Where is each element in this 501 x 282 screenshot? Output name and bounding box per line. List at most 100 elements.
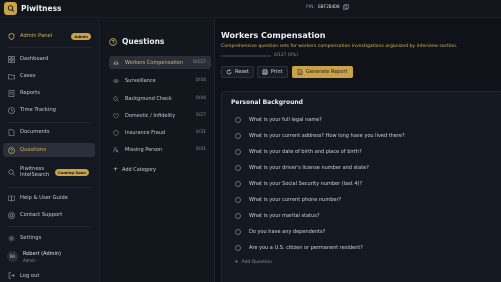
sidebar-item-contact-support[interactable]: Contact Support xyxy=(3,208,95,222)
question-section: Personal Background What is your full le… xyxy=(221,91,501,282)
category-label: Domestic / Infidelity xyxy=(125,112,176,119)
radio-button[interactable] xyxy=(235,213,241,219)
avatar: RA xyxy=(7,251,18,262)
question-text: What is your current phone number? xyxy=(249,197,342,203)
gear-icon xyxy=(8,235,15,241)
question-item[interactable]: What is your marital status? xyxy=(235,211,320,221)
category-missing-person[interactable]: Missing Person 0/41 xyxy=(109,143,211,156)
question-item[interactable]: What is your Social Security number (las… xyxy=(235,179,362,189)
coming-soon-badge: Coming Soon xyxy=(54,168,89,176)
question-item[interactable]: What is your date of birth and place of … xyxy=(235,147,362,157)
sidebar-item-cases[interactable]: Cases xyxy=(3,69,95,83)
sidebar-item-label: Cases xyxy=(20,73,36,79)
sidebar-item-settings[interactable]: Settings xyxy=(3,231,95,245)
heart-icon xyxy=(113,113,119,119)
sidebar-item-questions[interactable]: Questions xyxy=(3,143,95,157)
folder-icon xyxy=(8,73,15,79)
logout-button[interactable]: Log out xyxy=(3,270,95,281)
sidebar-item-label: Questions xyxy=(20,147,46,153)
question-item[interactable]: What is your current address? How long h… xyxy=(235,131,405,141)
sidebar-item-time-tracking[interactable]: Time Tracking xyxy=(3,103,95,117)
add-category-label: Add Category xyxy=(122,166,157,173)
question-item[interactable]: What is your full legal name? xyxy=(235,115,322,125)
category-label: Workers Compensation xyxy=(125,59,183,66)
category-background-check[interactable]: Background Check 0/44 xyxy=(109,92,211,105)
sidebar-item-label: Time Tracking xyxy=(20,107,56,113)
reset-button[interactable]: Reset xyxy=(221,66,254,78)
divider xyxy=(8,122,92,123)
radio-button[interactable] xyxy=(235,165,241,171)
help-circle-icon xyxy=(109,37,117,46)
clock-icon xyxy=(8,106,15,114)
progress-bar xyxy=(221,55,271,57)
category-count: 0/44 xyxy=(195,96,206,101)
category-count: 0/27 xyxy=(195,113,206,118)
grid-icon xyxy=(8,55,15,63)
printer-icon xyxy=(262,69,268,75)
questions-panel-title: Questions xyxy=(109,37,164,46)
plus-icon: + xyxy=(113,166,119,173)
user-role: Admin xyxy=(23,258,36,263)
category-workers-compensation[interactable]: Workers Compensation 0/127 xyxy=(109,56,211,69)
category-label: Surveillance xyxy=(125,77,156,84)
category-label: Background Check xyxy=(125,95,172,102)
copy-icon[interactable] xyxy=(342,4,349,10)
radio-button[interactable] xyxy=(235,117,241,123)
radio-button[interactable] xyxy=(235,197,241,203)
sidebar-item-documents[interactable]: Documents xyxy=(3,125,95,139)
user-search-icon xyxy=(113,146,119,153)
category-surveillance[interactable]: Surveillance 0/44 xyxy=(109,74,211,87)
reset-label: Reset xyxy=(235,69,249,75)
logo-icon xyxy=(4,2,17,15)
book-icon xyxy=(8,195,15,201)
sidebar-item-help[interactable]: Help & User Guide xyxy=(3,191,95,205)
sidebar-item-admin-panel[interactable]: Admin Panel Admin xyxy=(3,29,95,43)
questions-panel: Questions Workers Compensation 0/127 Sur… xyxy=(101,19,215,282)
help-circle-icon xyxy=(8,146,15,154)
logout-icon xyxy=(8,272,15,279)
life-ring-icon xyxy=(8,211,15,219)
document-icon xyxy=(297,69,303,75)
app-name: Piwitness xyxy=(21,4,62,13)
question-item[interactable]: Are you a U.S. citizen or permanent resi… xyxy=(235,243,363,253)
add-category-button[interactable]: + Add Category xyxy=(113,166,156,173)
radio-button[interactable] xyxy=(235,229,241,235)
section-title: Personal Background xyxy=(231,99,303,106)
print-button[interactable]: Print xyxy=(257,66,288,78)
radio-button[interactable] xyxy=(235,149,241,155)
question-text: Are you a U.S. citizen or permanent resi… xyxy=(249,245,363,251)
pin-value: 6BF2B4D8 xyxy=(317,4,340,10)
radio-button[interactable] xyxy=(235,181,241,187)
search-icon xyxy=(113,95,119,102)
page-description: Comprehensive question sets for workers … xyxy=(221,44,458,49)
sidebar-item-reports[interactable]: Reports xyxy=(3,86,95,100)
worker-icon xyxy=(113,60,119,64)
category-insurance-fraud[interactable]: Insurance Fraud 0/31 xyxy=(109,126,211,139)
radio-button[interactable] xyxy=(235,245,241,251)
category-count: 0/31 xyxy=(195,130,206,135)
sidebar-item-label: Admin Panel xyxy=(20,33,53,39)
category-domestic-infidelity[interactable]: Domestic / Infidelity 0/27 xyxy=(109,109,211,122)
category-count: 0/41 xyxy=(195,147,206,152)
category-label: Insurance Fraud xyxy=(125,129,166,136)
generate-report-label: Generate Report xyxy=(306,69,348,75)
question-text: What is your full legal name? xyxy=(249,117,322,123)
question-item[interactable]: What is your driver's license number and… xyxy=(235,163,369,173)
brand[interactable]: Piwitness xyxy=(4,2,62,15)
sidebar-item-intelsearch[interactable]: Piwitness IntelSearch Coming Soon xyxy=(3,162,95,182)
category-count: 0/44 xyxy=(195,78,206,83)
generate-report-button[interactable]: Generate Report xyxy=(292,66,353,78)
sidebar-item-label: Help & User Guide xyxy=(20,195,68,201)
radio-button[interactable] xyxy=(235,133,241,139)
divider xyxy=(8,226,92,227)
question-item[interactable]: What is your current phone number? xyxy=(235,195,341,205)
question-item[interactable]: Do you have any dependents? xyxy=(235,227,325,237)
add-question-button[interactable]: + Add Question xyxy=(234,259,272,265)
sidebar: Admin Panel Admin Dashboard Cases Report… xyxy=(0,19,100,282)
user-profile[interactable]: RA Robert (Admin) Admin xyxy=(3,248,95,266)
sidebar-item-dashboard[interactable]: Dashboard xyxy=(3,52,95,66)
search-icon xyxy=(8,168,15,176)
eye-icon xyxy=(113,78,119,83)
sidebar-item-label: Piwitness IntelSearch xyxy=(20,165,50,179)
pin-display: PIN: 6BF2B4D8 xyxy=(306,4,349,10)
